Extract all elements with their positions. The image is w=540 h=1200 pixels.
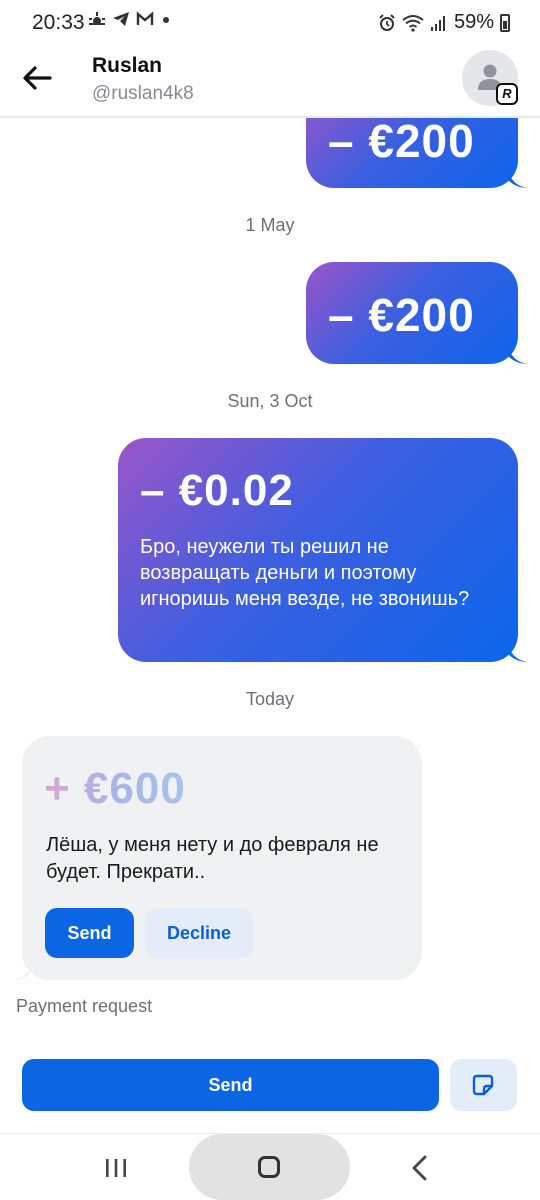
arrow-left-icon bbox=[23, 66, 52, 90]
chat-header: Ruslan @ruslan4k8 R bbox=[0, 46, 540, 118]
send-money-button[interactable]: Send bbox=[22, 1059, 439, 1111]
request-decline-button[interactable]: Decline bbox=[145, 908, 253, 958]
recent-apps-icon[interactable] bbox=[104, 1158, 128, 1178]
outgoing-payment-bubble[interactable]: – €200 bbox=[306, 262, 528, 364]
telegram-icon bbox=[113, 12, 129, 26]
system-navigation-bar bbox=[0, 1133, 540, 1200]
bubble-tail bbox=[508, 644, 528, 662]
home-icon bbox=[258, 1156, 280, 1178]
bubble-tail bbox=[508, 170, 528, 188]
payment-amount: – €0.02 bbox=[140, 466, 294, 515]
home-button[interactable] bbox=[189, 1134, 350, 1200]
signal-icon bbox=[430, 15, 445, 31]
revolut-badge: R bbox=[496, 83, 518, 105]
sticker-icon bbox=[472, 1074, 494, 1096]
status-time: 20:33 bbox=[32, 11, 85, 34]
bubble-tail bbox=[508, 346, 528, 364]
dot-icon bbox=[163, 17, 169, 23]
payment-amount: – €200 bbox=[328, 115, 475, 167]
contact-name[interactable]: Ruslan bbox=[92, 54, 162, 78]
date-separator: Sun, 3 Oct bbox=[227, 391, 313, 411]
battery-icon bbox=[500, 13, 510, 32]
contact-handle: @ruslan4k8 bbox=[92, 83, 194, 104]
back-button[interactable] bbox=[20, 60, 56, 96]
outgoing-payment-bubble[interactable]: – €0.02 Бро, неужели ты решил не возвращ… bbox=[118, 438, 528, 662]
date-separator: 1 May bbox=[245, 215, 295, 235]
alarm-icon bbox=[379, 13, 395, 31]
avatar[interactable]: R bbox=[462, 50, 518, 106]
back-nav-icon[interactable] bbox=[410, 1155, 430, 1181]
payment-note: Бро, неужели ты решил не возвращать день… bbox=[140, 536, 470, 610]
system-icons: 59% bbox=[378, 11, 510, 34]
notification-icons bbox=[88, 11, 172, 27]
battery-percent: 59% bbox=[453, 11, 494, 33]
incoming-payment-request-bubble: + €600 Лёша, у меня нету и до февраля не… bbox=[12, 736, 422, 980]
request-send-button[interactable]: Send bbox=[45, 908, 134, 958]
gmail-icon bbox=[136, 11, 154, 25]
request-amount: + €600 bbox=[44, 764, 186, 813]
bubble-tail bbox=[12, 962, 32, 980]
request-note: Лёша, у меня нету и до февраля не будет.… bbox=[46, 834, 379, 883]
sticker-button[interactable] bbox=[450, 1059, 517, 1111]
payment-request-caption: Payment request bbox=[16, 996, 153, 1016]
wifi-icon bbox=[402, 14, 424, 32]
payment-amount: – €200 bbox=[328, 289, 475, 341]
status-bar: 20:33 59% bbox=[0, 0, 540, 46]
weather-icon bbox=[89, 12, 105, 25]
date-separator: Today bbox=[245, 689, 295, 709]
